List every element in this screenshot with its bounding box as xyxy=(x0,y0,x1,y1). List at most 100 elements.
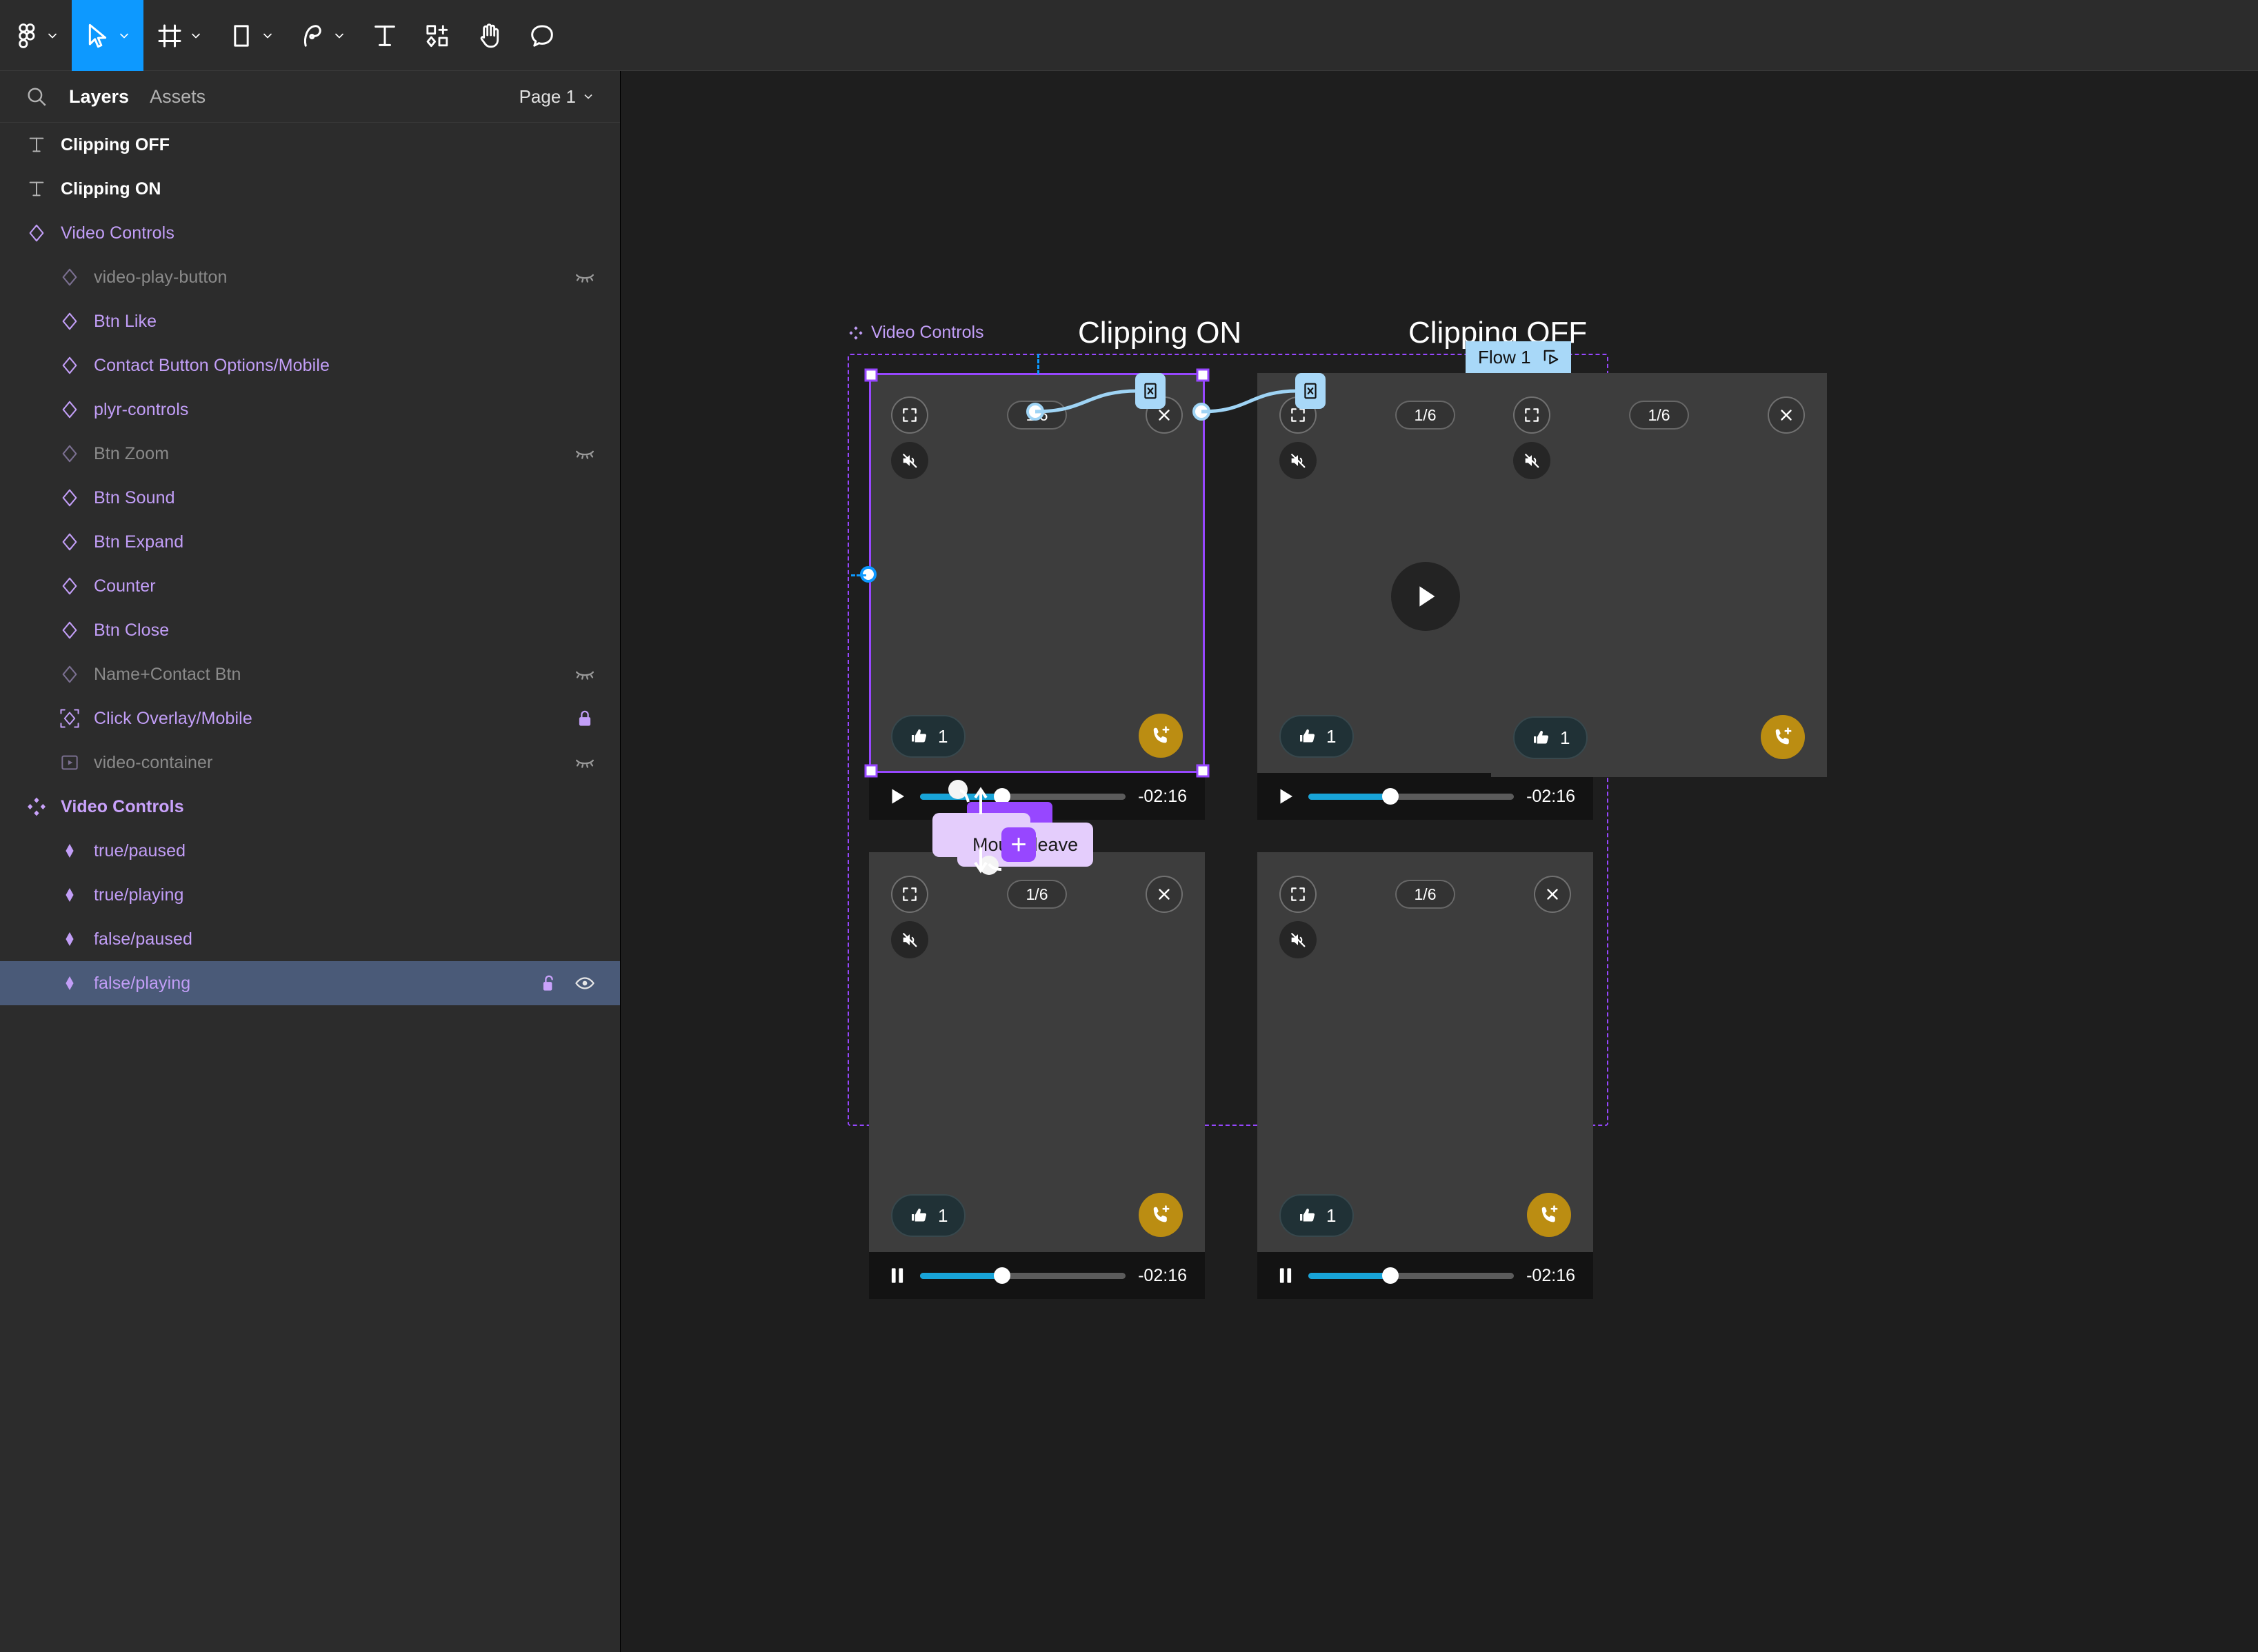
page-selector[interactable]: Page 1 xyxy=(519,86,595,108)
progress-fill xyxy=(1308,793,1391,800)
layer-name: false/playing xyxy=(94,973,191,993)
like-button[interactable]: 1 xyxy=(1513,716,1588,759)
layer-row-true-playing[interactable]: true/playing xyxy=(0,873,620,917)
fullscreen-icon[interactable] xyxy=(1513,396,1550,434)
video-play-button-icon[interactable] xyxy=(1390,562,1460,631)
layer-row-video-play-button[interactable]: video-play-button xyxy=(0,255,620,299)
like-count: 1 xyxy=(938,1205,948,1226)
sound-muted-icon[interactable] xyxy=(1279,442,1317,479)
layer-row-video-controls[interactable]: Video Controls xyxy=(0,211,620,255)
eye-hidden-icon[interactable] xyxy=(575,267,595,288)
text-layer-icon xyxy=(29,181,44,197)
close-interaction-badge[interactable] xyxy=(1295,373,1326,409)
thumbs-up-icon xyxy=(1300,729,1315,743)
lock-open-icon[interactable] xyxy=(539,973,559,994)
progress-thumb[interactable] xyxy=(994,1267,1011,1284)
layer-row-false-paused[interactable]: false/paused xyxy=(0,917,620,961)
close-icon[interactable] xyxy=(1146,876,1183,913)
progress-thumb[interactable] xyxy=(1382,788,1399,805)
variant-true-paused[interactable]: 1/61-02:16 xyxy=(869,373,1205,820)
variant-false-paused[interactable]: 1/6 1 -02:16 xyxy=(869,852,1205,1299)
like-button[interactable]: 1 xyxy=(1279,1194,1355,1237)
pen-tool-button[interactable] xyxy=(287,0,359,71)
sound-muted-icon[interactable] xyxy=(1279,921,1317,958)
search-icon[interactable] xyxy=(25,85,48,108)
tab-layers[interactable]: Layers xyxy=(69,86,129,108)
progress-track[interactable] xyxy=(1308,1267,1515,1284)
variant-icon xyxy=(58,839,81,863)
layer-row-btn-expand[interactable]: Btn Expand xyxy=(0,520,620,564)
close-interaction-glyph xyxy=(1304,383,1317,399)
layer-row-clipping-on[interactable]: Clipping ON xyxy=(0,167,620,211)
fullscreen-icon-glyph xyxy=(1291,887,1305,901)
contact-button[interactable] xyxy=(1139,1193,1183,1237)
progress-track[interactable] xyxy=(920,1267,1126,1284)
fullscreen-icon[interactable] xyxy=(891,396,928,434)
counter-badge[interactable]: 1/6 xyxy=(1395,880,1456,909)
layer-row-clipping-off[interactable]: Clipping OFF xyxy=(0,123,620,167)
tab-assets[interactable]: Assets xyxy=(150,86,206,108)
contact-button[interactable] xyxy=(1139,714,1183,758)
fullscreen-icon[interactable] xyxy=(891,876,928,913)
like-button[interactable]: 1 xyxy=(891,715,966,758)
pause-icon[interactable] xyxy=(1275,1265,1296,1287)
layer-row-true-paused[interactable]: true/paused xyxy=(0,829,620,873)
pause-icon[interactable] xyxy=(887,1265,908,1287)
progress-track[interactable] xyxy=(1308,788,1515,805)
thumbs-up-icon xyxy=(1534,730,1549,744)
frame-clipping-off[interactable]: 1/6 1 xyxy=(1491,373,1827,777)
eye-visible-icon[interactable] xyxy=(575,973,595,994)
video-progress-bar[interactable]: -02:16 xyxy=(1257,773,1593,820)
layer-row-plyr-controls[interactable]: plyr-controls xyxy=(0,387,620,432)
layer-row-contact-button-options-mobile[interactable]: Contact Button Options/Mobile xyxy=(0,343,620,387)
figma-menu-button[interactable] xyxy=(0,0,72,71)
close-interaction-badge[interactable] xyxy=(1135,373,1166,409)
component-icon xyxy=(58,530,81,554)
hand-tool-button[interactable] xyxy=(463,0,516,71)
text-tool-button[interactable] xyxy=(359,0,411,71)
like-button[interactable]: 1 xyxy=(891,1194,966,1237)
component-set-label[interactable]: Video Controls xyxy=(848,323,984,343)
layer-row-click-overlay-mobile[interactable]: Click Overlay/Mobile xyxy=(0,696,620,741)
layer-row-btn-sound[interactable]: Btn Sound xyxy=(0,476,620,520)
progress-thumb[interactable] xyxy=(1382,1267,1399,1284)
comment-tool-button[interactable] xyxy=(516,0,568,71)
like-button[interactable]: 1 xyxy=(1279,715,1355,758)
counter-badge[interactable]: 1/6 xyxy=(1395,401,1456,430)
layer-row-btn-zoom[interactable]: Btn Zoom xyxy=(0,432,620,476)
play-icon[interactable] xyxy=(887,785,908,807)
fullscreen-icon[interactable] xyxy=(1279,876,1317,913)
close-icon[interactable] xyxy=(1768,396,1805,434)
layer-row-btn-like[interactable]: Btn Like xyxy=(0,299,620,343)
lock-closed-icon[interactable] xyxy=(575,708,595,729)
layer-row-false-playing[interactable]: false/playing xyxy=(0,961,620,1005)
layer-row-video-controls[interactable]: Video Controls xyxy=(0,785,620,829)
variant-false-playing[interactable]: 1/6 1 -02:16 xyxy=(1257,852,1593,1299)
sound-muted-icon[interactable] xyxy=(891,442,928,479)
eye-hidden-icon[interactable] xyxy=(575,664,595,685)
sound-muted-icon[interactable] xyxy=(1513,442,1550,479)
component-icon xyxy=(58,265,81,289)
video-progress-bar[interactable]: -02:16 xyxy=(1257,1252,1593,1299)
design-canvas[interactable]: Video Controls Clipping ONClipping OFF1/… xyxy=(621,71,2258,1652)
play-icon[interactable] xyxy=(1275,785,1296,807)
resources-tool-button[interactable] xyxy=(411,0,463,71)
component-icon xyxy=(62,665,77,683)
shape-tool-button[interactable] xyxy=(215,0,287,71)
layer-row-btn-close[interactable]: Btn Close xyxy=(0,608,620,652)
flow-badge[interactable]: Flow 1 xyxy=(1466,341,1571,373)
contact-button[interactable] xyxy=(1761,715,1805,759)
layer-row-name-contact-btn[interactable]: Name+Contact Btn xyxy=(0,652,620,696)
eye-hidden-icon[interactable] xyxy=(575,443,595,464)
sound-muted-icon[interactable] xyxy=(891,921,928,958)
contact-button[interactable] xyxy=(1527,1193,1571,1237)
layer-row-video-container[interactable]: video-container xyxy=(0,741,620,785)
close-icon[interactable] xyxy=(1534,876,1571,913)
counter-badge[interactable]: 1/6 xyxy=(1628,401,1690,430)
chevron-down-icon xyxy=(48,33,57,38)
frame-tool-button[interactable] xyxy=(143,0,215,71)
move-tool-button[interactable] xyxy=(72,0,143,71)
video-progress-bar[interactable]: -02:16 xyxy=(869,1252,1205,1299)
layer-row-counter[interactable]: Counter xyxy=(0,564,620,608)
eye-hidden-icon[interactable] xyxy=(575,752,595,773)
